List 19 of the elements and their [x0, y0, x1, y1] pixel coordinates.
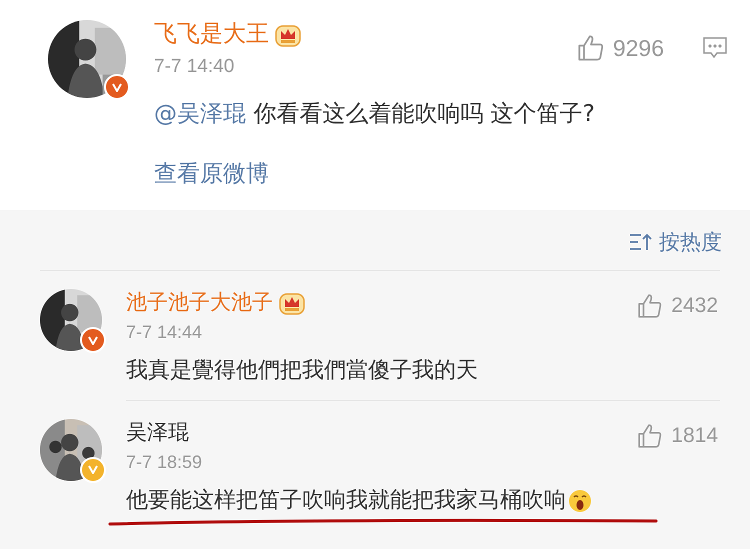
- like-count: 2432: [671, 294, 718, 318]
- post-text: @吴泽琨 你看看这么着能吹响吗 这个笛子?: [154, 100, 596, 129]
- comment-text: 他要能这样把笛子吹响我就能把我家马桶吹响: [126, 487, 566, 516]
- sort-icon: [629, 232, 653, 252]
- thumbs-up-icon[interactable]: [637, 293, 664, 319]
- view-original-link[interactable]: 查看原微博: [154, 158, 269, 189]
- like-count: 9296: [612, 34, 664, 62]
- thumbs-up-icon[interactable]: [576, 34, 605, 62]
- author-name[interactable]: 飞飞是大王: [154, 20, 269, 50]
- comment-time: 7-7 14:44: [126, 322, 204, 344]
- comment-text: 我真是覺得他們把我們當傻子我的天: [126, 357, 478, 386]
- thumbs-up-icon[interactable]: [637, 422, 664, 449]
- commenter-name[interactable]: 吴泽琨: [126, 418, 189, 446]
- commenter-name[interactable]: 池子池子大池子: [126, 289, 273, 316]
- sort-button[interactable]: 按热度: [629, 228, 722, 256]
- comment-time: 7-7 18:59: [126, 452, 202, 474]
- like-count: 1814: [671, 424, 718, 448]
- comment-icon[interactable]: [702, 36, 728, 60]
- post-time: 7-7 14:40: [154, 56, 236, 78]
